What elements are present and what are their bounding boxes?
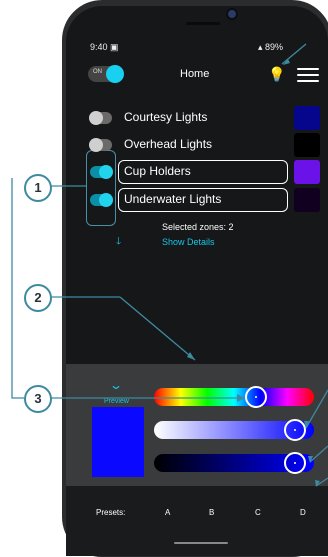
- callout-badge-3: 3: [24, 385, 52, 413]
- callout-lines: [11, 43, 328, 487]
- callout-badge-1: 1: [24, 174, 52, 202]
- callout-badge-2: 2: [24, 284, 52, 312]
